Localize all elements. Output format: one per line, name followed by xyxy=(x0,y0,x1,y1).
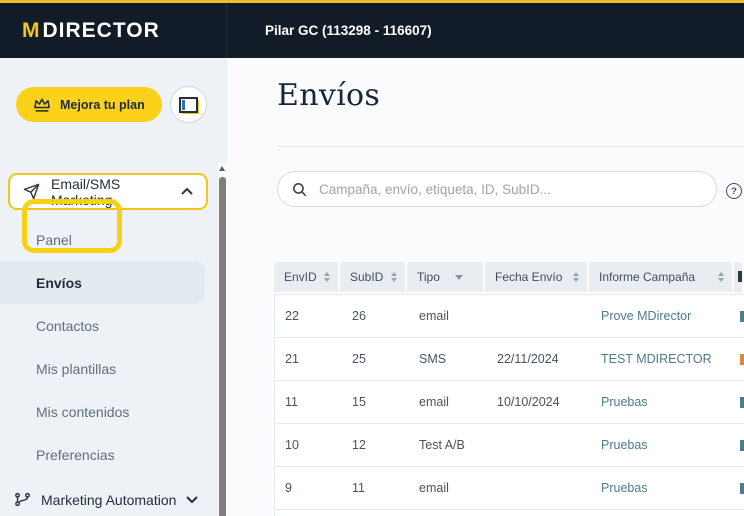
column-header-subid[interactable]: SubID xyxy=(340,262,405,292)
table-row: 21 25 SMS 22/11/2024 TEST MDIRECTOR xyxy=(275,338,744,381)
table-row-partial xyxy=(275,510,744,516)
crown-icon xyxy=(33,97,51,112)
page-title: Envíos xyxy=(277,78,380,113)
sidebar-item-label: Contactos xyxy=(36,318,99,334)
scrollbar-up-arrow[interactable] xyxy=(219,166,225,171)
cell-tipo: email xyxy=(409,395,487,409)
table-row: 11 15 email 10/10/2024 Pruebas xyxy=(275,381,744,424)
sort-icon xyxy=(573,272,579,282)
sidebar-item-mis-plantillas[interactable]: Mis plantillas xyxy=(0,347,227,390)
campaign-report-link[interactable]: Prove MDirector xyxy=(591,309,737,323)
column-label: EnvID xyxy=(284,270,317,284)
cell-fecha: 22/11/2024 xyxy=(487,352,591,366)
table-body: 22 26 email Prove MDirector 21 25 SMS 22… xyxy=(274,294,744,516)
sidebar-item-label: Panel xyxy=(36,232,72,248)
clipped-column-sliver xyxy=(740,440,744,451)
column-header-envid[interactable]: EnvID xyxy=(274,262,338,292)
sort-icon xyxy=(391,272,397,282)
cell-subid: 15 xyxy=(342,395,409,409)
sort-icon xyxy=(324,272,330,282)
menu-marketing-automation[interactable]: Marketing Automation xyxy=(14,478,198,516)
filter-caret-icon xyxy=(455,275,463,280)
search-input[interactable] xyxy=(317,181,703,198)
cell-tipo: email xyxy=(409,309,487,323)
search-box xyxy=(277,171,717,207)
campaign-report-link[interactable]: Pruebas xyxy=(591,438,737,452)
workflow-branch-icon xyxy=(14,491,31,508)
sidebar-nav: Panel Envíos Contactos Mis plantillas Mi… xyxy=(0,218,227,476)
logo-m-letter: M xyxy=(22,19,41,43)
column-header-informe-campana[interactable]: Informe Campaña xyxy=(589,262,732,292)
clipped-column-sliver xyxy=(740,397,744,408)
sidebar-item-mis-contenidos[interactable]: Mis contenidos xyxy=(0,390,227,433)
campaign-report-link[interactable]: Pruebas xyxy=(591,481,737,495)
sidebar-item-preferencias[interactable]: Preferencias xyxy=(0,433,227,476)
menu-email-sms-marketing[interactable]: Email/SMS Marketing xyxy=(8,173,208,210)
sidebar-scrollbar xyxy=(218,163,227,516)
column-label: Fecha Envío xyxy=(495,270,562,284)
title-divider xyxy=(277,146,744,147)
envios-table: EnvID SubID Tipo Fecha Envío Informe Cam… xyxy=(274,262,744,516)
cell-tipo: SMS xyxy=(409,352,487,366)
cell-subid: 11 xyxy=(342,481,409,495)
topbar: MDIRECTOR Pilar GC (113298 - 116607) xyxy=(0,3,744,58)
cell-tipo: email xyxy=(409,481,487,495)
clipped-column-header xyxy=(734,262,742,292)
table-row: 22 26 email Prove MDirector xyxy=(275,295,744,338)
table-header: EnvID SubID Tipo Fecha Envío Informe Cam… xyxy=(274,262,744,292)
search-icon xyxy=(291,181,308,198)
column-header-tipo[interactable]: Tipo xyxy=(407,262,483,292)
upgrade-plan-button[interactable]: Mejora tu plan xyxy=(16,87,162,122)
cell-envid: 10 xyxy=(275,438,342,452)
chevron-down-icon xyxy=(186,496,198,503)
cell-subid: 26 xyxy=(342,309,409,323)
sidebar-item-label: Mis plantillas xyxy=(36,361,116,377)
cell-envid: 9 xyxy=(275,481,342,495)
cell-fecha: 10/10/2024 xyxy=(487,395,591,409)
column-label: Tipo xyxy=(417,270,440,284)
scrollbar-thumb[interactable] xyxy=(219,177,226,516)
menu-email-sms-marketing-label: Email/SMS Marketing xyxy=(51,176,170,208)
cell-tipo: Test A/B xyxy=(409,438,487,452)
table-row: 10 12 Test A/B Pruebas xyxy=(275,424,744,467)
cell-envid: 21 xyxy=(275,352,342,366)
collapse-sidebar-button[interactable] xyxy=(170,86,207,123)
table-row: 9 11 email Pruebas xyxy=(275,467,744,510)
cell-subid: 25 xyxy=(342,352,409,366)
account-title: Pilar GC (113298 - 116607) xyxy=(265,23,432,38)
upgrade-plan-label: Mejora tu plan xyxy=(60,98,145,112)
send-icon xyxy=(23,183,40,200)
collapse-panel-icon xyxy=(179,97,198,113)
column-label: SubID xyxy=(350,270,383,284)
main-content: Envíos ? EnvID SubID Tipo xyxy=(227,58,744,516)
menu-marketing-automation-label: Marketing Automation xyxy=(41,492,176,508)
sidebar-item-label: Preferencias xyxy=(36,447,115,463)
mdirector-logo[interactable]: MDIRECTOR xyxy=(0,3,227,58)
cell-subid: 12 xyxy=(342,438,409,452)
clipped-column-sliver xyxy=(740,483,744,494)
sidebar-item-envios[interactable]: Envíos xyxy=(0,261,205,304)
column-label: Informe Campaña xyxy=(599,270,695,284)
sort-icon xyxy=(718,272,724,282)
cell-envid: 11 xyxy=(275,395,342,409)
chevron-up-icon xyxy=(181,188,193,195)
sidebar-item-label: Envíos xyxy=(36,275,82,291)
sidebar: Mejora tu plan Email/SMS Marketing Panel… xyxy=(0,58,227,516)
cell-envid: 22 xyxy=(275,309,342,323)
logo-text: DIRECTOR xyxy=(43,19,160,43)
clipped-column-sliver xyxy=(740,311,744,322)
sidebar-item-panel[interactable]: Panel xyxy=(0,218,227,261)
help-icon[interactable]: ? xyxy=(726,183,742,199)
campaign-report-link[interactable]: TEST MDIRECTOR xyxy=(591,352,737,366)
clipped-column-sliver xyxy=(740,354,744,365)
app-window: MDIRECTOR Pilar GC (113298 - 116607) Mej… xyxy=(0,0,744,516)
sidebar-item-label: Mis contenidos xyxy=(36,404,129,420)
column-header-fecha-envio[interactable]: Fecha Envío xyxy=(485,262,587,292)
campaign-report-link[interactable]: Pruebas xyxy=(591,395,737,409)
sidebar-item-contactos[interactable]: Contactos xyxy=(0,304,227,347)
